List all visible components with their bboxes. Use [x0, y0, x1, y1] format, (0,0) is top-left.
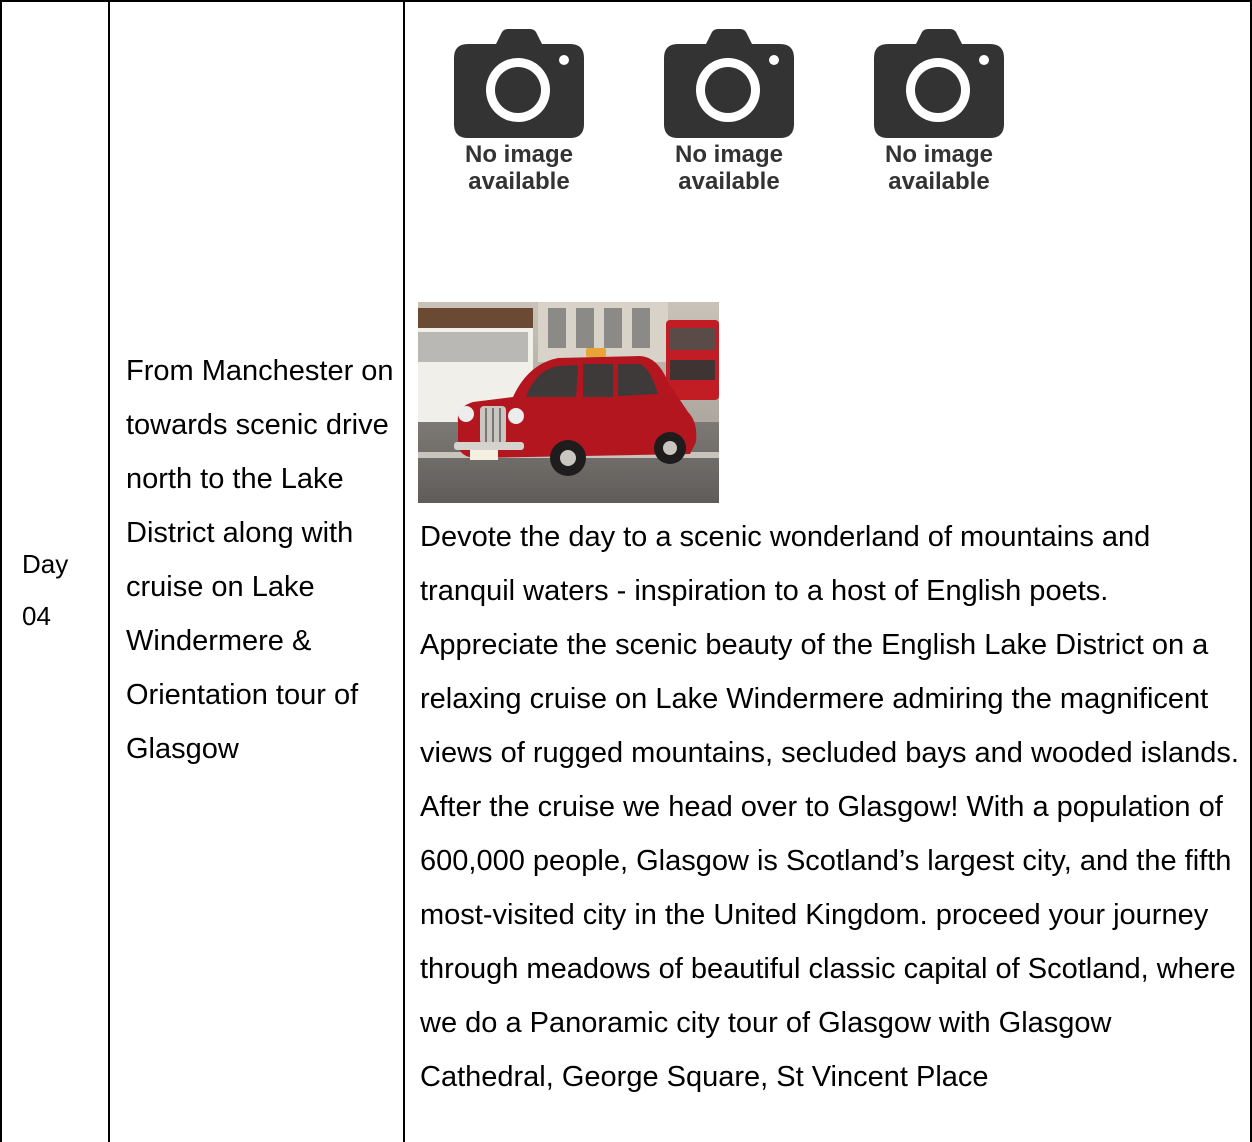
- table-border-left: [0, 2, 2, 1142]
- day-summary: From Manchester on towards scenic drive …: [126, 355, 394, 765]
- camera-icon: [664, 29, 794, 138]
- itinerary-table: Day 04 From Manchester on towards scenic…: [0, 0, 1252, 1142]
- day-cell: Day 04: [22, 549, 69, 631]
- placeholder-text: No image available: [464, 141, 574, 195]
- placeholder-text: No image available: [884, 141, 994, 195]
- placeholder-text: No image available: [674, 141, 784, 195]
- image-placeholder: No image available: [662, 28, 796, 195]
- image-placeholder-row: No image available No image available No…: [452, 28, 1006, 195]
- camera-icon: [874, 29, 1004, 138]
- column-divider-2: [403, 2, 405, 1142]
- image-placeholder: No image available: [872, 28, 1006, 195]
- column-divider-1: [108, 2, 110, 1142]
- image-placeholder: No image available: [452, 28, 586, 195]
- day-description: Devote the day to a scenic wonderland of…: [420, 521, 1239, 1093]
- red-taxi-photo: [418, 302, 719, 503]
- camera-icon: [454, 29, 584, 138]
